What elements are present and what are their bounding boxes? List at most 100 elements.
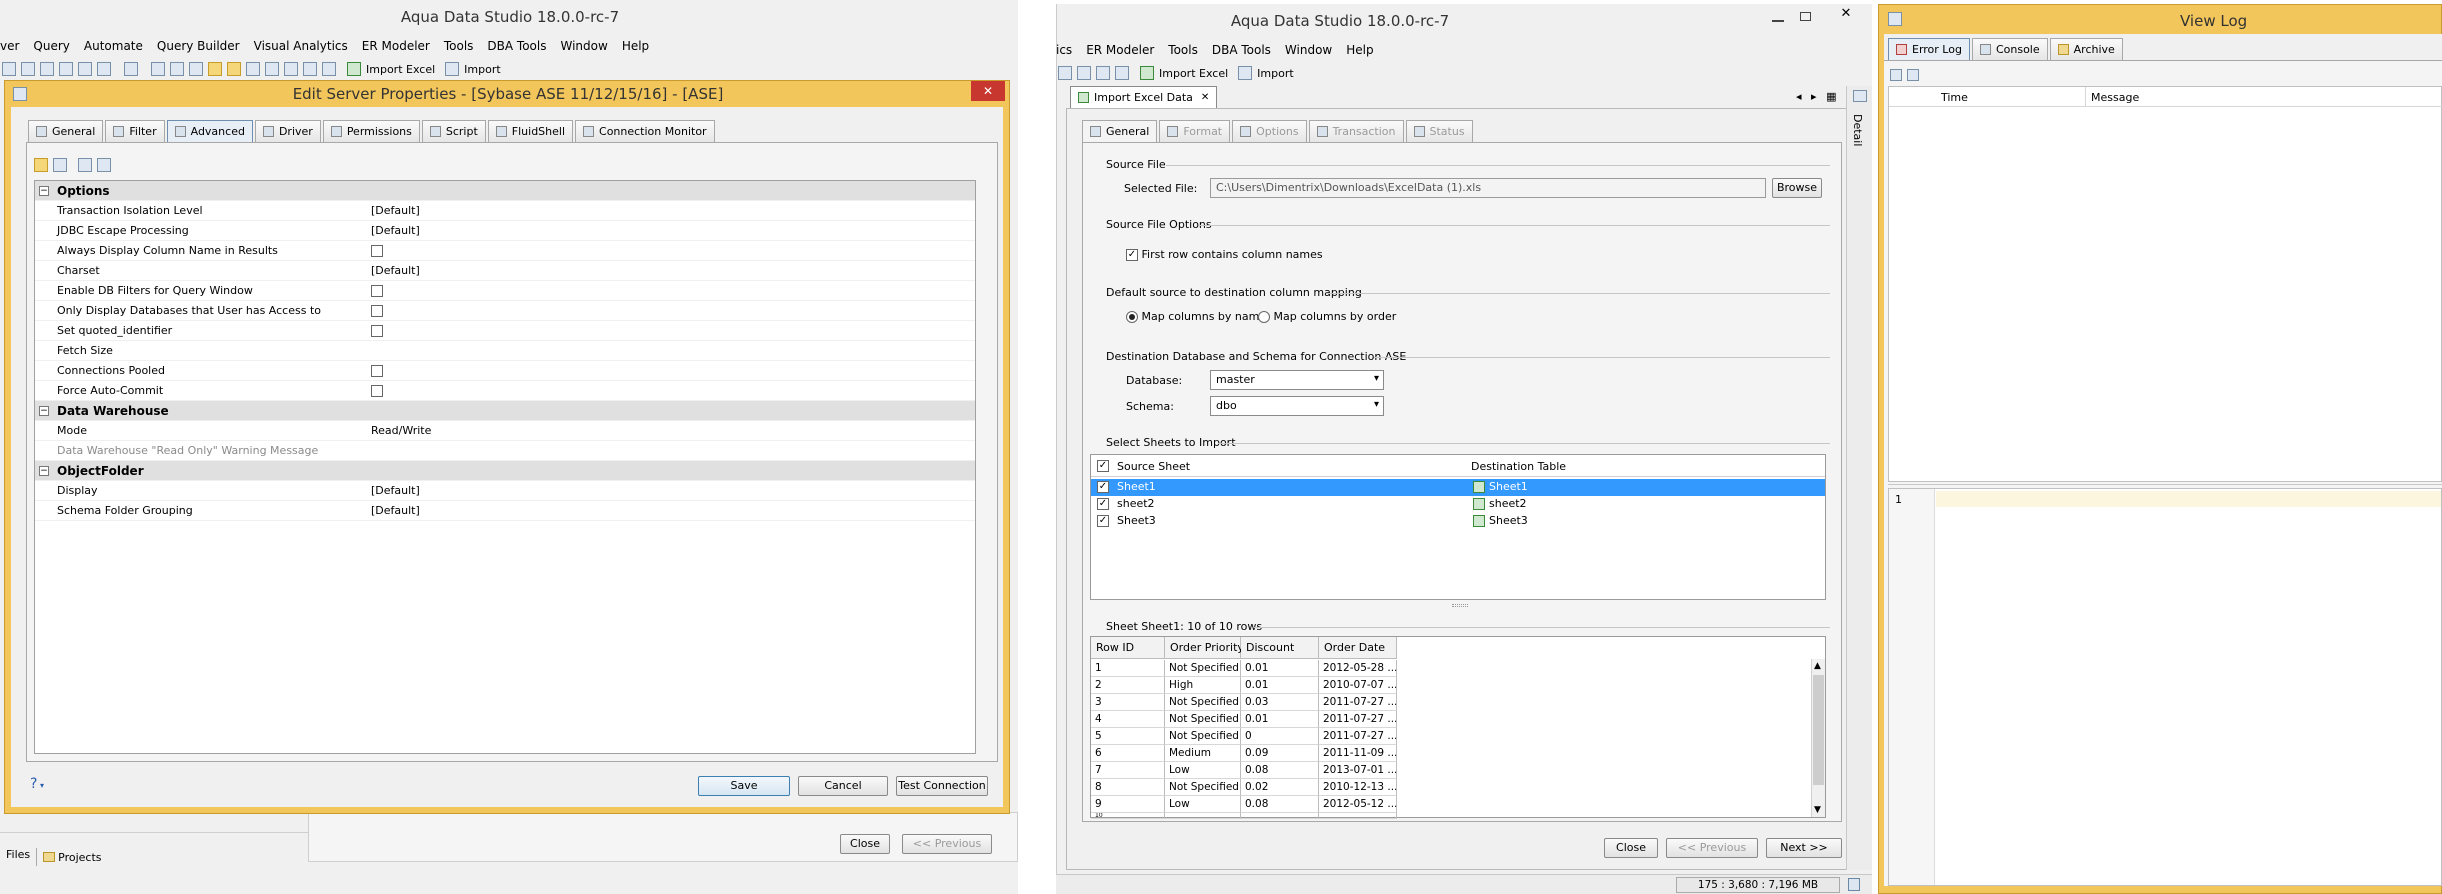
toolbar-icon[interactable] — [78, 62, 92, 76]
tab-general[interactable]: General — [28, 120, 104, 142]
tab-connection-monitor[interactable]: Connection Monitor — [575, 120, 715, 142]
destination-table-cell[interactable]: Sheet3 — [1489, 513, 1528, 530]
collapse-icon[interactable]: − — [39, 186, 49, 196]
toolbar-icon[interactable] — [2, 62, 16, 76]
browse-button[interactable]: Browse — [1772, 178, 1822, 198]
import-excel-button[interactable]: Import Excel — [1159, 67, 1228, 80]
property-checkbox[interactable] — [371, 365, 383, 377]
toolbar-icon[interactable] — [59, 62, 73, 76]
table-row[interactable]: ✓ Sheet1 Sheet1 — [1091, 479, 1825, 496]
log-detail-editor[interactable]: 1 — [1888, 488, 2442, 886]
menu-item[interactable]: Tools — [1168, 43, 1198, 57]
property-category[interactable]: − ObjectFolder — [35, 461, 975, 481]
first-row-checkbox[interactable]: ✓ — [1126, 249, 1138, 261]
tab-driver[interactable]: Driver — [254, 120, 321, 142]
chevron-right-icon[interactable]: ▸ — [1811, 90, 1817, 103]
toolbar-icon[interactable] — [40, 62, 54, 76]
toolbar-icon[interactable] — [151, 62, 165, 76]
save-button[interactable]: Save — [698, 776, 790, 796]
select-all-checkbox[interactable]: ✓ — [1097, 460, 1109, 472]
toolbar-icon[interactable] — [1077, 66, 1091, 80]
property-row[interactable]: Connections Pooled — [35, 361, 975, 381]
destination-table-cell[interactable]: sheet2 — [1489, 496, 1527, 513]
sheet-checkbox[interactable]: ✓ — [1097, 498, 1109, 510]
tab-filter[interactable]: Filter — [105, 120, 165, 142]
property-value[interactable] — [371, 304, 383, 317]
subtab-general[interactable]: General — [1082, 120, 1158, 142]
map-by-order-option[interactable]: Map columns by order — [1258, 310, 1396, 323]
chevron-down-icon[interactable]: ▼ — [1814, 805, 1821, 815]
toolbar-icon[interactable] — [1096, 66, 1110, 80]
selected-file-field[interactable]: C:\Users\Dimentrix\Downloads\ExcelData (… — [1210, 178, 1766, 198]
toolbar-icon[interactable] — [265, 62, 279, 76]
toolbar-icon[interactable] — [208, 62, 222, 76]
projects-tab[interactable]: Projects — [37, 848, 107, 866]
subtab-status[interactable]: Status — [1405, 120, 1473, 142]
menu-item[interactable]: ER Modeler — [362, 39, 430, 53]
property-row[interactable]: Mode Read/Write — [35, 421, 975, 441]
files-tab[interactable]: Files — [0, 848, 38, 866]
subtab-format[interactable]: Format — [1159, 120, 1231, 142]
destination-table-cell[interactable]: Sheet1 — [1489, 479, 1528, 496]
categorized-icon[interactable] — [34, 158, 48, 172]
map-by-name-option[interactable]: Map columns by name — [1126, 310, 1266, 323]
toolbar-icon[interactable] — [284, 62, 298, 76]
test-connection-button[interactable]: Test Connection — [896, 776, 988, 796]
schema-select[interactable]: dbo ▾ — [1210, 396, 1384, 416]
copy-log-icon[interactable] — [1907, 69, 1919, 81]
menu-item[interactable]: Query — [33, 39, 69, 53]
excel-icon[interactable] — [347, 62, 361, 76]
toolbar-icon[interactable] — [1058, 66, 1072, 80]
excel-icon[interactable] — [1140, 66, 1154, 80]
menu-item[interactable]: ics — [1056, 43, 1072, 57]
property-value[interactable] — [371, 244, 383, 257]
map-by-order-radio[interactable] — [1258, 311, 1270, 323]
menu-item[interactable]: DBA Tools — [1212, 43, 1271, 57]
tab-fluidshell[interactable]: FluidShell — [487, 120, 574, 142]
subtab-options[interactable]: Options — [1232, 120, 1307, 142]
toolbar-icon[interactable] — [21, 62, 35, 76]
property-value[interactable]: [Default] — [371, 264, 420, 277]
property-row[interactable]: Transaction Isolation Level [Default] — [35, 201, 975, 221]
property-value[interactable]: [Default] — [371, 484, 420, 497]
property-row[interactable]: Enable DB Filters for Query Window — [35, 281, 975, 301]
property-row[interactable]: Set quoted_identifier — [35, 321, 975, 341]
preview-scrollbar[interactable]: ▲ ▼ — [1811, 659, 1825, 817]
clear-log-icon[interactable] — [1890, 69, 1902, 81]
help-button[interactable]: ? ▾ — [30, 776, 44, 792]
property-row[interactable]: Always Display Column Name in Results — [35, 241, 975, 261]
maximize-button[interactable] — [1800, 12, 1811, 21]
chevron-up-icon[interactable]: ▲ — [1814, 661, 1821, 671]
toolbar-icon[interactable] — [246, 62, 260, 76]
toolbar-icon[interactable] — [170, 62, 184, 76]
trash-icon[interactable] — [1848, 878, 1860, 891]
menu-item[interactable]: Window — [1285, 43, 1332, 57]
subtab-transaction[interactable]: Transaction — [1308, 120, 1404, 142]
import-button[interactable]: Import — [1257, 67, 1294, 80]
close-window-button[interactable]: ✕ — [1826, 6, 1866, 26]
property-value[interactable] — [371, 324, 383, 337]
property-row[interactable]: Fetch Size — [35, 341, 975, 361]
property-checkbox[interactable] — [371, 325, 383, 337]
import-next-button[interactable]: Next >> — [1766, 838, 1842, 858]
tab-permissions[interactable]: Permissions — [322, 120, 420, 142]
property-category[interactable]: − Options — [35, 181, 975, 201]
chevron-left-icon[interactable]: ◂ — [1796, 90, 1802, 103]
splitter-handle[interactable] — [1452, 604, 1468, 607]
left-previous-button[interactable]: << Previous — [902, 834, 992, 854]
property-value[interactable]: [Default] — [371, 224, 420, 237]
preview-column-header[interactable]: Order Date — [1319, 637, 1397, 659]
sheet-checkbox[interactable]: ✓ — [1097, 481, 1109, 493]
toolbar-icon[interactable] — [227, 62, 241, 76]
menu-item[interactable]: Window — [560, 39, 607, 53]
property-checkbox[interactable] — [371, 385, 383, 397]
import-button[interactable]: Import — [464, 63, 501, 76]
property-row[interactable]: Only Display Databases that User has Acc… — [35, 301, 975, 321]
import-close-button[interactable]: Close — [1604, 838, 1658, 858]
list-tabs-icon[interactable]: ▦ — [1826, 90, 1836, 103]
sheet-checkbox[interactable]: ✓ — [1097, 515, 1109, 527]
property-value[interactable] — [371, 284, 383, 297]
property-value[interactable]: Read/Write — [371, 424, 431, 437]
property-row[interactable]: Charset [Default] — [35, 261, 975, 281]
detail-icon[interactable] — [1853, 90, 1867, 102]
